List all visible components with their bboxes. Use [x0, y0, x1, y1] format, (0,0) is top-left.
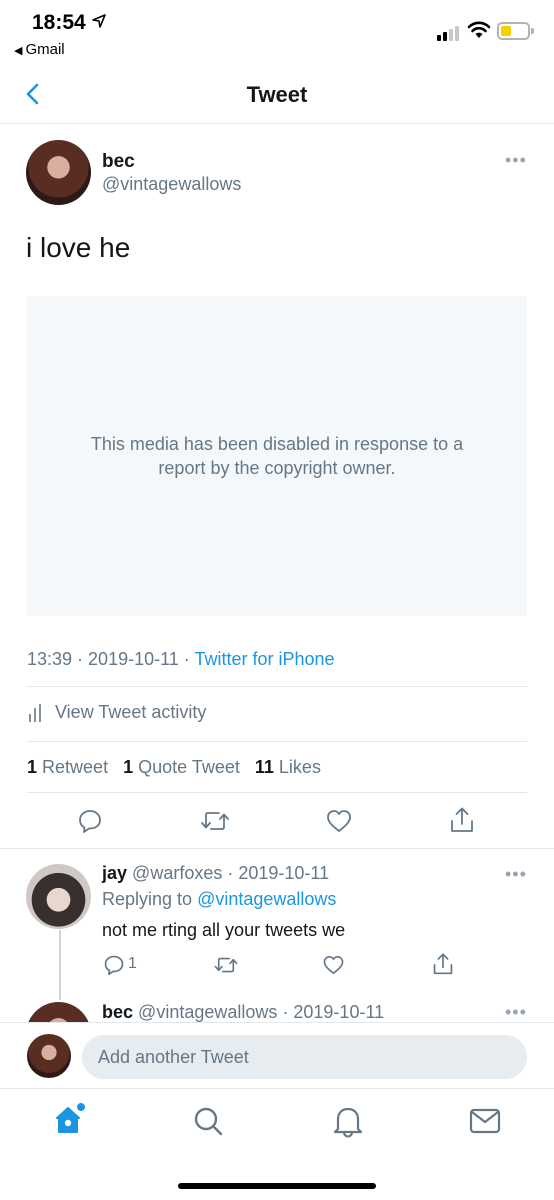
share-icon[interactable]: [449, 806, 475, 834]
reply-icon[interactable]: [77, 808, 103, 834]
divider: [27, 792, 527, 793]
retweet-icon[interactable]: [199, 808, 231, 834]
activity-bars-icon: [29, 703, 41, 722]
retweets-stat[interactable]: 1 Retweet: [27, 757, 108, 777]
home-icon[interactable]: [53, 1102, 87, 1136]
search-icon[interactable]: [192, 1105, 224, 1137]
tweet-meta: 13:39 · 2019-10-11 · Twitter for iPhone: [27, 649, 335, 669]
reply-text: not me rting all your tweets we: [102, 920, 346, 940]
reply-more-options-icon[interactable]: •••: [505, 864, 527, 885]
battery-nub: [531, 28, 534, 34]
reply-reply-icon[interactable]: [103, 954, 125, 976]
home-indicator: [178, 1183, 376, 1189]
retweets-count: 1: [27, 757, 38, 777]
thread-line: [59, 930, 61, 1000]
quotes-label: Quote Tweet: [138, 757, 240, 777]
reply2-meta: bec @vintagewallows · 2019-10-11: [102, 1002, 385, 1022]
tweet-time: 13:39: [27, 649, 73, 669]
battery-icon: [497, 22, 530, 40]
compose-avatar: [27, 1034, 71, 1078]
reply-reply-count: 1: [128, 955, 137, 972]
activity-label: View Tweet activity: [55, 702, 207, 722]
quotes-count: 1: [123, 757, 134, 777]
reply-author-name[interactable]: jay: [102, 863, 127, 883]
more-options-icon[interactable]: •••: [505, 150, 527, 171]
tweet-client-link[interactable]: Twitter for iPhone: [194, 649, 334, 669]
media-disabled-notice: This media has been disabled in response…: [90, 434, 464, 478]
author-handle[interactable]: @vintagewallows: [102, 174, 241, 195]
reply-retweet-icon[interactable]: [213, 954, 239, 976]
view-activity-link[interactable]: View Tweet activity: [27, 702, 206, 723]
reply2-more-options-icon[interactable]: •••: [505, 1002, 527, 1023]
cellular-signal-icon: [437, 25, 463, 41]
retweets-label: Retweet: [42, 757, 109, 777]
reply2-author-name[interactable]: bec: [102, 1002, 133, 1022]
like-heart-icon[interactable]: [325, 808, 353, 834]
reply2-date: 2019-10-11: [293, 1002, 385, 1022]
reply-author-handle[interactable]: @warfoxes: [132, 863, 222, 883]
quotes-stat[interactable]: 1 Quote Tweet: [123, 757, 240, 777]
reply-like-heart-icon[interactable]: [322, 954, 345, 976]
status-bar: 18:54 ◀ Gmail: [0, 0, 554, 72]
media-placeholder: This media has been disabled in response…: [27, 296, 527, 616]
section-divider: [0, 848, 554, 849]
tweet-text: i love he: [26, 232, 131, 263]
reply2-author-handle[interactable]: @vintagewallows: [138, 1002, 277, 1022]
author-name[interactable]: bec: [102, 151, 135, 173]
notifications-bell-icon[interactable]: [332, 1104, 364, 1138]
divider: [27, 686, 527, 687]
wifi-icon: [467, 21, 491, 38]
replying-to-link[interactable]: @vintagewallows: [197, 889, 336, 909]
avatar[interactable]: [26, 140, 91, 205]
reply-avatar[interactable]: [26, 864, 91, 929]
back-to-app-link[interactable]: ◀ Gmail: [14, 41, 65, 58]
divider: [27, 741, 527, 742]
messages-envelope-icon[interactable]: [469, 1107, 501, 1135]
compose-bar: [0, 1022, 554, 1089]
back-triangle-icon: ◀: [14, 45, 23, 57]
replying-to: Replying to @vintagewallows: [102, 889, 336, 910]
likes-label: Likes: [278, 757, 321, 777]
likes-stat[interactable]: 11 Likes: [255, 757, 321, 777]
reply-date: 2019-10-11: [238, 863, 330, 883]
nav-header: Tweet: [0, 72, 554, 124]
likes-count: 11: [254, 757, 274, 777]
back-app-label: Gmail: [25, 41, 65, 58]
reply-share-icon[interactable]: [432, 952, 454, 976]
page-title: Tweet: [246, 82, 308, 107]
add-tweet-input[interactable]: [82, 1035, 527, 1079]
status-time: 18:54: [32, 11, 86, 34]
location-arrow-icon: [92, 14, 106, 28]
replying-prefix: Replying to: [102, 889, 193, 909]
tweet-stats: 1 Retweet 1 Quote Tweet 11 Likes: [27, 757, 321, 778]
tweet-date: 2019-10-11: [88, 649, 179, 669]
reply-meta: jay @warfoxes · 2019-10-11: [102, 863, 330, 883]
